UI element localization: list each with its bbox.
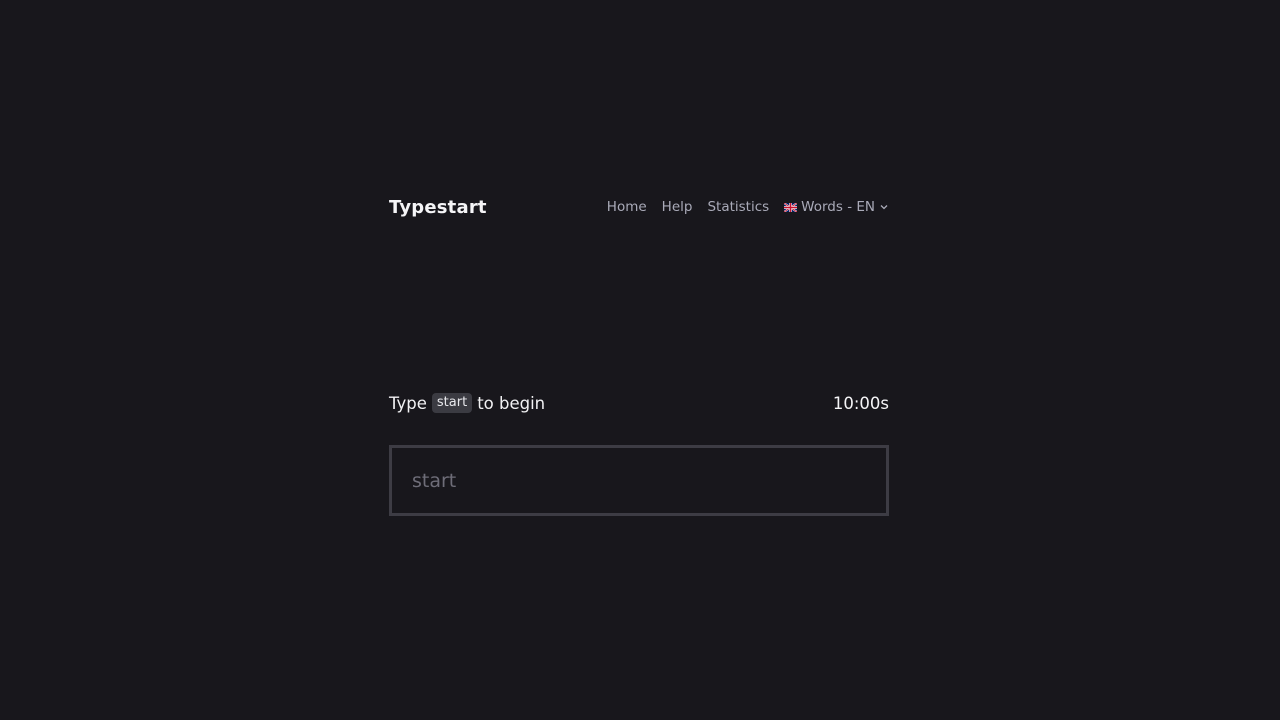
chevron-down-icon bbox=[880, 205, 888, 210]
language-mode-label: Words - EN bbox=[801, 199, 875, 215]
header: Typestart Home Help Statistics Words - E… bbox=[389, 190, 889, 224]
main-container: Typestart Home Help Statistics Words - E… bbox=[389, 190, 889, 516]
brand-logo[interactable]: Typestart bbox=[389, 197, 487, 218]
prompt-row: Type start to begin 10:00s bbox=[389, 393, 889, 413]
uk-flag-icon bbox=[784, 202, 798, 212]
typing-input[interactable] bbox=[392, 448, 886, 513]
nav-help-link[interactable]: Help bbox=[662, 199, 693, 215]
nav-home-link[interactable]: Home bbox=[607, 199, 647, 215]
instruction-prefix: Type bbox=[389, 393, 427, 413]
top-nav: Home Help Statistics Words - EN bbox=[607, 199, 889, 215]
countdown-timer: 10:00s bbox=[832, 393, 889, 413]
typing-input-box bbox=[389, 445, 889, 516]
instruction-suffix: to begin bbox=[477, 393, 546, 413]
start-keyword-badge: start bbox=[431, 393, 473, 413]
nav-statistics-link[interactable]: Statistics bbox=[707, 199, 769, 215]
language-mode-dropdown[interactable]: Words - EN bbox=[784, 199, 889, 215]
start-instruction: Type start to begin bbox=[389, 393, 545, 413]
